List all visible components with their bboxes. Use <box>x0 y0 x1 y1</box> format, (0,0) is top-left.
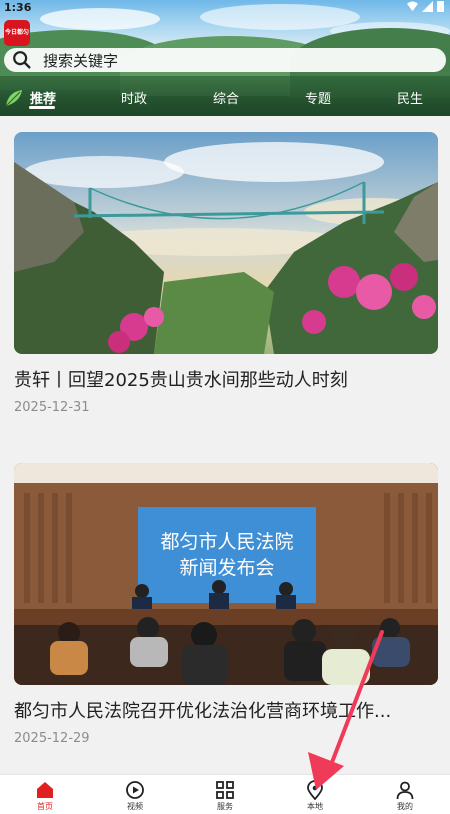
category-tabs: 推荐 时政 综合 专题 民生 <box>0 84 450 114</box>
status-icons <box>407 1 444 12</box>
person-icon <box>396 781 414 800</box>
play-icon <box>126 781 144 799</box>
article-image[interactable] <box>14 132 438 354</box>
status-bar: 1:36 <box>0 0 450 16</box>
tab-politics[interactable]: 时政 <box>121 88 147 107</box>
search-input[interactable]: 搜索关键字 <box>43 50 118 71</box>
nav-home[interactable]: 首页 <box>0 775 90 814</box>
location-icon <box>307 780 323 800</box>
article-date: 2025-12-29 <box>14 731 90 746</box>
battery-icon <box>437 1 444 12</box>
grid-icon <box>216 781 234 799</box>
screen-text: 都匀市人民法院 新闻发布会 <box>138 507 316 603</box>
nav-services-label: 服务 <box>217 802 233 811</box>
nav-services[interactable]: 服务 <box>180 775 270 814</box>
screen-line-2: 新闻发布会 <box>179 557 275 579</box>
status-time: 1:36 <box>4 1 32 14</box>
bridge-landscape-image <box>14 132 438 354</box>
wifi-icon <box>407 1 418 12</box>
screen-line-1: 都匀市人民法院 <box>160 531 294 553</box>
home-icon <box>37 782 53 798</box>
active-tab-indicator <box>29 106 55 109</box>
tab-livelihood[interactable]: 民生 <box>397 88 423 107</box>
article-date: 2025-12-31 <box>14 400 90 415</box>
nav-local-label: 本地 <box>307 802 323 811</box>
nav-video-label: 视频 <box>127 802 143 811</box>
signal-icon <box>422 1 433 12</box>
article-title[interactable]: 贵轩丨回望2025贵山贵水间那些动人时刻 <box>14 366 438 392</box>
nav-mine-label: 我的 <box>397 802 413 811</box>
tab-general[interactable]: 综合 <box>213 88 239 107</box>
nav-local[interactable]: 本地 <box>270 775 360 814</box>
article-image[interactable]: 都匀市人民法院 新闻发布会 <box>14 463 438 685</box>
tab-recommend[interactable]: 推荐 <box>30 88 56 107</box>
nav-video[interactable]: 视频 <box>90 775 180 814</box>
article-card[interactable]: 都匀市人民法院 新闻发布会 都匀市人民法院召开优化法治化营商环境工作... 20… <box>14 463 438 753</box>
app-logo-text: 今日都匀 <box>4 29 29 36</box>
nav-home-label: 首页 <box>37 802 53 811</box>
nav-mine[interactable]: 我的 <box>360 775 450 814</box>
tab-topics[interactable]: 专题 <box>305 88 331 107</box>
app-logo[interactable]: 今日都匀 <box>4 20 30 46</box>
search-icon <box>13 51 31 69</box>
article-title[interactable]: 都匀市人民法院召开优化法治化营商环境工作... <box>14 697 438 723</box>
search-bar[interactable]: 搜索关键字 <box>4 48 446 72</box>
leaf-icon <box>5 90 22 107</box>
article-card[interactable]: 贵轩丨回望2025贵山贵水间那些动人时刻 2025-12-31 <box>14 132 438 422</box>
header-banner: 1:36 今日都匀 搜索关键字 推荐 时政 综合 专题 民生 <box>0 0 450 116</box>
bottom-navigation: 首页 视频 服务 本地 我的 <box>0 774 450 814</box>
